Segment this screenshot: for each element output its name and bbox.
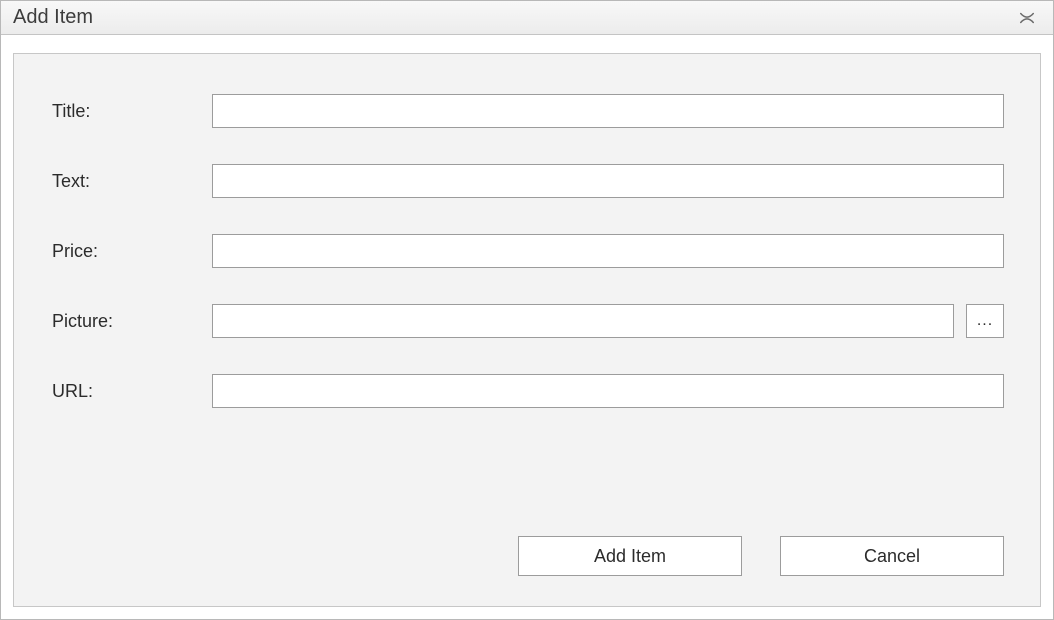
picture-label: Picture: <box>50 311 212 332</box>
title-label: Title: <box>50 101 212 122</box>
close-icon <box>1018 10 1036 26</box>
dialog-title: Add Item <box>13 6 93 29</box>
url-input[interactable] <box>212 374 1004 408</box>
picture-input[interactable] <box>212 304 954 338</box>
add-item-button[interactable]: Add Item <box>518 536 742 576</box>
browse-button[interactable]: ... <box>966 304 1004 338</box>
price-row: Price: <box>50 234 1004 268</box>
text-input[interactable] <box>212 164 1004 198</box>
form-panel: Title: Text: Price: Picture: ... URL: <box>13 53 1041 607</box>
url-label: URL: <box>50 381 212 402</box>
spacer <box>50 444 1004 536</box>
price-input[interactable] <box>212 234 1004 268</box>
text-label: Text: <box>50 171 212 192</box>
text-row: Text: <box>50 164 1004 198</box>
url-row: URL: <box>50 374 1004 408</box>
cancel-button[interactable]: Cancel <box>780 536 1004 576</box>
add-item-dialog: Add Item Title: Text: Price: <box>0 0 1054 620</box>
title-input[interactable] <box>212 94 1004 128</box>
button-row: Add Item Cancel <box>50 536 1004 576</box>
close-button[interactable] <box>1011 7 1043 29</box>
title-bar: Add Item <box>1 1 1053 35</box>
title-row: Title: <box>50 94 1004 128</box>
price-label: Price: <box>50 241 212 262</box>
dialog-body-outer: Title: Text: Price: Picture: ... URL: <box>1 35 1053 619</box>
picture-row: Picture: ... <box>50 304 1004 338</box>
